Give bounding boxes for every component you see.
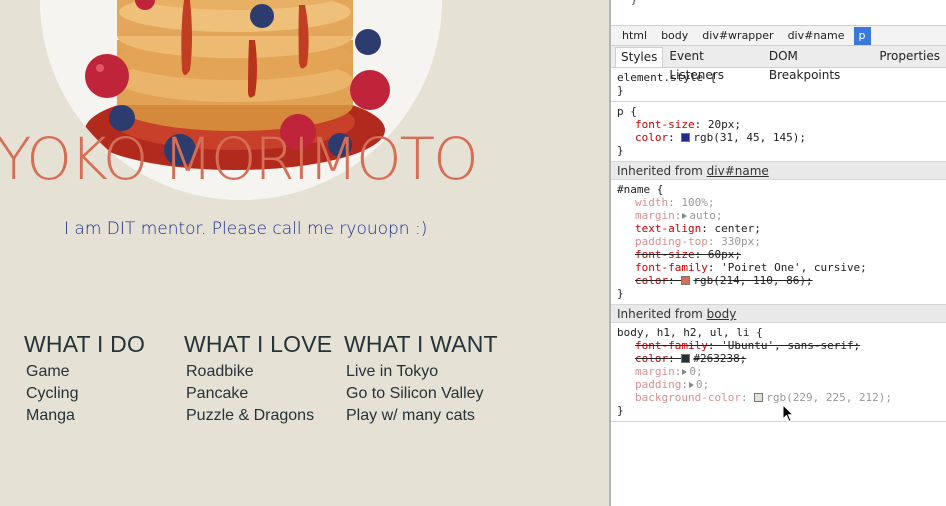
column-what-i-do: WHAT I DO Game Cycling Manga [24,333,145,427]
expand-triangle-icon[interactable] [682,213,688,219]
breadcrumb: html body div#wrapper div#name p [611,26,946,46]
color-swatch[interactable] [681,354,691,363]
breadcrumb-p[interactable]: p [853,26,871,45]
breadcrumb-div-wrapper[interactable]: div#wrapper [697,27,778,45]
rule-close: } [617,404,624,417]
css-property[interactable]: color: rgb(31, 45, 145); [617,131,940,144]
inherited-link[interactable]: div#name [707,164,769,178]
breadcrumb-html[interactable]: html [617,27,652,45]
color-swatch[interactable] [754,393,764,402]
tab-dom-breakpoints[interactable]: DOM Breakpoints [764,47,873,82]
color-swatch[interactable] [681,276,691,285]
breadcrumb-div-name[interactable]: div#name [783,27,850,45]
body-rule[interactable]: body, h1, h2, ul, li { font-family: 'Ubu… [611,323,946,422]
rule-close: } [617,84,624,97]
list-item: Manga [26,407,75,424]
rule-selector: body, h1, h2, ul, li { [617,326,763,339]
list-item: Roadbike [186,363,254,380]
css-property[interactable]: margin: auto; [617,209,940,222]
list-item: Cycling [26,385,79,402]
inherited-from-body: Inherited from body [611,305,946,323]
column-heading: WHAT I DO [24,331,146,357]
color-swatch[interactable] [681,133,691,142]
list-item: Pancake [186,385,249,402]
list-item: Live in Tokyo [346,363,439,380]
devtools-tabs: Styles Event Listeners DOM Breakpoints P… [611,46,946,82]
devtools-panel: } html body div#wrapper div#name p Style… [609,0,946,506]
expand-triangle-icon[interactable] [682,369,688,375]
rule-close: } [617,287,624,300]
p-rule[interactable]: p { font-size: 20px; color: rgb(31, 45, … [611,102,946,162]
css-property[interactable]: padding-top: 330px; [617,235,940,248]
mouse-cursor-icon [782,404,794,423]
tab-event-listeners[interactable]: Event Listeners [664,47,762,82]
inherited-link[interactable]: body [707,307,737,321]
css-property-overridden[interactable]: color: #263238; [617,352,940,365]
name-rule[interactable]: #name { width: 100%; margin: auto; text-a… [611,180,946,305]
page-preview: YOKO MORIMOTO I am DIT mentor. Please ca… [0,0,609,506]
css-property[interactable]: font-family: 'Poiret One', cursive; [617,261,940,274]
rule-selector: #name { [617,183,664,196]
list-item: Puzzle & Dragons [186,407,315,424]
list-item: Play w/ many cats [346,407,475,424]
devtools-top-fragment: } [611,0,946,26]
column-heading: WHAT I WANT [344,331,498,357]
css-property-overridden[interactable]: font-size: 60px; [617,248,940,261]
css-property[interactable]: width: 100%; [617,196,940,209]
expand-triangle-icon[interactable] [688,382,694,388]
column-heading: WHAT I LOVE [184,331,333,357]
rule-selector: p { [617,105,637,118]
name-title: YOKO MORIMOTO [0,125,479,193]
tab-styles[interactable]: Styles [615,47,664,67]
css-property-overridden[interactable]: color: rgb(214, 110, 86); [617,274,940,287]
css-property[interactable]: text-align: center; [617,222,940,235]
rule-close: } [617,144,624,157]
intro-text: I am DIT mentor. Please call me ryouopn … [64,219,428,239]
tab-properties[interactable]: Properties [874,47,945,67]
css-property[interactable]: margin: 0; [617,365,940,378]
list-item: Game [26,363,70,380]
column-what-i-love: WHAT I LOVE Roadbike Pancake Puzzle & Dr… [184,333,332,427]
css-property[interactable]: padding: 0; [617,378,940,391]
breadcrumb-body[interactable]: body [656,27,693,45]
inherited-from-name: Inherited from div#name [611,162,946,180]
column-what-i-want: WHAT I WANT Live in Tokyo Go to Silicon … [344,333,498,427]
css-property-overridden[interactable]: font-family: 'Ubuntu', sans-serif; [617,339,940,352]
css-property[interactable]: background-color: rgb(229, 225, 212); [617,391,940,404]
list-item: Go to Silicon Valley [346,385,484,402]
css-property[interactable]: font-size: 20px; [617,118,940,131]
